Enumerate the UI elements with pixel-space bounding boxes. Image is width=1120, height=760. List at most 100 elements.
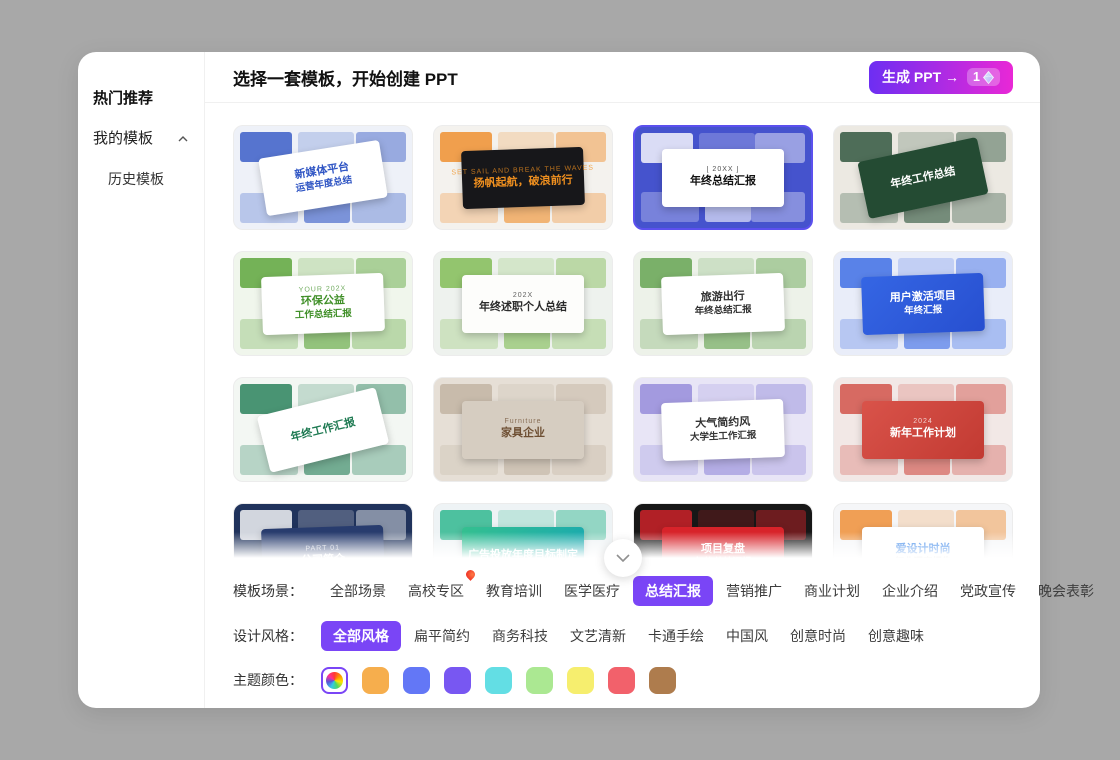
template-card-4[interactable]: YOUR 202X 环保公益 工作总结汇报 [233,251,413,356]
filter-row-scene: 模板场景： 全部场景 高校专区 教育培训医学医疗总结汇报 营销推广 商业计划 企业介绍 党政… [233,576,1013,606]
template-title-line1: 新年工作计划 [890,426,956,441]
sidebar-item-my-templates[interactable]: 我的模板 [78,130,204,148]
template-cover: SET SAIL AND BREAK THE WAVES 扬帆起航，破浪前行 [461,146,585,208]
filter-row-color: 主题颜色： [233,666,1013,694]
rainbow-wheel-icon [326,672,343,689]
color-swatch-orange[interactable] [362,667,389,694]
scene-chip-4[interactable]: 总结汇报 [633,576,713,606]
scene-chip-0[interactable]: 全部场景 [321,576,395,606]
scene-chip-6[interactable]: 商业计划 [795,576,869,606]
template-cover: 旅游出行 年终总结汇报 [661,272,785,334]
sidebar: 热门推荐 我的模板 历史模板 [78,52,205,708]
template-cover: 2024 新年工作计划 [862,401,984,459]
template-title-line1: 年终总结汇报 [690,174,756,189]
color-swatch-purple[interactable] [444,667,471,694]
scene-chip-label: 党政宣传 [960,583,1016,599]
template-card-6[interactable]: 旅游出行 年终总结汇报 [633,251,813,356]
template-cover-tag: YOUR 202X [299,285,347,294]
scene-chip-5[interactable]: 营销推广 [717,576,791,606]
template-title-line1: 旅游出行 [701,289,745,305]
template-title-line1: 年终工作总结 [889,163,957,191]
template-card-9[interactable]: Furniture 家具企业 [433,377,613,482]
scene-chip-label: 教育培训 [486,583,542,599]
scene-chip-8[interactable]: 党政宣传 [951,576,1025,606]
template-title-line1: 扬帆起航，破浪前行 [473,172,572,190]
template-title-line1: 大气简约风 [695,415,750,432]
chevron-down-icon [616,554,630,562]
generate-ppt-button[interactable]: 生成 PPT → 1 [869,61,1013,94]
template-card-10[interactable]: 大气简约风 大学生工作汇报 [633,377,813,482]
sidebar-item-label: 历史模板 [108,170,164,188]
header: 选择一套模板，开始创建 PPT 生成 PPT → 1 [205,52,1040,103]
template-cover-tag: Furniture [504,418,541,425]
template-title-line2: 大学生工作汇报 [690,429,757,444]
color-swatch-red[interactable] [608,667,635,694]
color-swatch-yellow[interactable] [567,667,594,694]
style-chip-label: 卡通手绘 [648,628,704,644]
style-chip-0[interactable]: 全部风格 [321,621,401,651]
style-chip-3[interactable]: 文艺清新 [561,621,635,651]
color-swatch-all-colors[interactable] [321,667,348,694]
sidebar-item-history-templates[interactable]: 历史模板 [78,170,204,188]
template-card-7[interactable]: 用户激活项目 年终汇报 [833,251,1013,356]
template-grid-section: 新媒体平台 运营年度总结 SET SAIL AND BREAK THE WAVE… [205,103,1040,558]
scene-chip-2[interactable]: 教育培训 [477,576,551,606]
scene-chip-9[interactable]: 晚会表彰 [1029,576,1103,606]
style-chip-2[interactable]: 商务科技 [483,621,557,651]
scene-options: 全部场景 高校专区 教育培训医学医疗总结汇报 营销推广 商业计划 企业介绍 党政宣传晚会表彰 [321,576,1103,606]
scene-chip-label: 总结汇报 [645,583,701,599]
style-chip-5[interactable]: 中国风 [717,621,777,651]
template-card-0[interactable]: 新媒体平台 运营年度总结 [233,125,413,230]
template-title-line1: 环保公益 [301,293,345,309]
style-chip-1[interactable]: 扁平简约 [405,621,479,651]
main-content: 选择一套模板，开始创建 PPT 生成 PPT → 1 [205,52,1040,708]
scene-chip-label: 全部场景 [330,583,386,599]
style-chip-label: 创意时尚 [790,628,846,644]
template-cover: 用户激活项目 年终汇报 [861,272,985,334]
filter-row-style: 设计风格： 全部风格扁平简约商务科技文艺清新卡通手绘中国风创意时尚创意趣味 [233,621,1013,651]
template-card-2[interactable]: [ 20XX ] 年终总结汇报 [633,125,813,230]
template-cover-tag: 202X [513,292,533,299]
template-cover-tag: [ 20XX ] [707,166,740,173]
sidebar-item-hot-recommend[interactable]: 热门推荐 [78,90,204,108]
template-card-5[interactable]: 202X 年终述职个人总结 [433,251,613,356]
template-card-11[interactable]: 2024 新年工作计划 [833,377,1013,482]
diamond-icon [983,71,994,84]
template-title-line1: 家具企业 [501,426,545,441]
style-chip-label: 扁平简约 [414,628,470,644]
scene-chip-label: 营销推广 [726,583,782,599]
scene-chip-1[interactable]: 高校专区 [399,576,473,606]
scene-chip-7[interactable]: 企业介绍 [873,576,947,606]
style-options: 全部风格 扁平简约商务科技文艺清新 卡通手绘中国风创意时尚 创意趣味 [321,621,933,651]
style-chip-6[interactable]: 创意时尚 [781,621,855,651]
filters-section: 模板场景： 全部场景 高校专区 教育培训医学医疗总结汇报 营销推广 商业计划 企业介绍 党政… [205,558,1040,694]
template-cover: [ 20XX ] 年终总结汇报 [662,149,784,207]
style-chip-label: 全部风格 [333,628,389,644]
expand-more-button[interactable] [604,539,642,577]
color-swatch-green[interactable] [526,667,553,694]
template-cover: 202X 年终述职个人总结 [462,275,584,333]
style-chip-label: 创意趣味 [868,628,924,644]
page-title: 选择一套模板，开始创建 PPT [233,65,869,90]
template-grid: 新媒体平台 运营年度总结 SET SAIL AND BREAK THE WAVE… [233,125,1013,558]
scene-chip-label: 企业介绍 [882,583,938,599]
style-chip-label: 文艺清新 [570,628,626,644]
color-filter-label: 主题颜色： [233,670,321,690]
sidebar-item-label: 我的模板 [93,130,153,148]
template-card-8[interactable]: 年终工作汇报 [233,377,413,482]
color-swatch-brown[interactable] [649,667,676,694]
sidebar-item-label: 热门推荐 [93,90,153,108]
template-cover-tag: 2024 [913,418,933,425]
style-chip-4[interactable]: 卡通手绘 [639,621,713,651]
color-swatch-blue[interactable] [403,667,430,694]
template-card-3[interactable]: 年终工作总结 [833,125,1013,230]
template-cover: Furniture 家具企业 [462,401,584,459]
template-card-1[interactable]: SET SAIL AND BREAK THE WAVES 扬帆起航，破浪前行 [433,125,613,230]
color-swatch-cyan[interactable] [485,667,512,694]
style-chip-7[interactable]: 创意趣味 [859,621,933,651]
scene-filter-label: 模板场景： [233,581,321,601]
scene-chip-label: 商业计划 [804,583,860,599]
template-cover: 大气简约风 大学生工作汇报 [661,398,785,460]
scene-chip-3[interactable]: 医学医疗 [555,576,629,606]
scene-chip-label: 高校专区 [408,583,464,599]
